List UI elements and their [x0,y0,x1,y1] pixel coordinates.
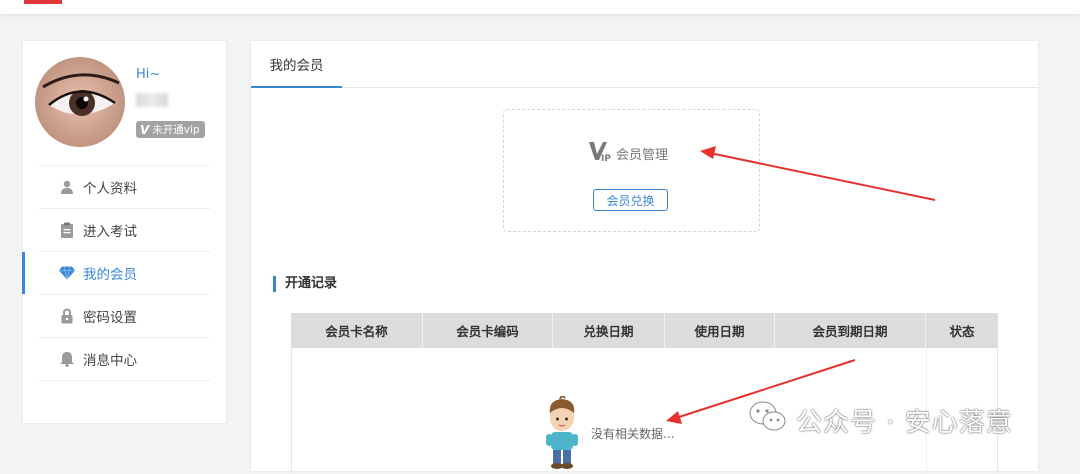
user-icon [59,179,75,195]
avatar[interactable] [35,57,125,147]
sidebar-item-membership[interactable]: 我的会员 [22,251,210,294]
column-header[interactable]: 会员卡编码 [423,313,553,348]
column-header[interactable]: 会员到期日期 [775,313,926,348]
sidebar-item-label: 密码设置 [83,310,137,326]
vip-management-label: 会员管理 [616,147,669,163]
empty-data-message: 没有相关数据... [591,427,675,441]
sidebar-item-label: 个人资料 [83,181,137,197]
records-table: 会员卡名称 会员卡编码 兑换日期 使用日期 会员到期日期 状态 没有相关数据..… [291,313,998,473]
sidebar-item-exam[interactable]: 进入考试 [39,208,210,251]
vip-status-badge: V 未开通vip [136,121,205,138]
column-header[interactable]: 兑换日期 [553,313,665,348]
tab-bar: 我的会员 [251,41,1038,88]
tab-active-underline [251,86,342,88]
activation-records-title: 开通记录 [273,276,337,292]
column-header[interactable]: 会员卡名称 [291,313,423,348]
vip-badge-text: 未开通vip [152,124,200,136]
sidebar-item-label: 我的会员 [83,267,137,283]
watermark-text: 公众号 · 安心落意 [796,407,1013,438]
wechat-icon [748,400,788,441]
column-header[interactable]: 使用日期 [665,313,775,348]
site-logo[interactable] [24,0,62,4]
redeem-membership-button[interactable]: 会员兑换 [593,189,668,211]
top-navbar [0,0,1080,15]
greeting-text: Hi~ [136,67,161,82]
vip-badge-letter: V [140,122,150,137]
sidebar-item-label: 消息中心 [83,353,137,369]
tab-label: 我的会员 [269,58,324,74]
table-header: 会员卡名称 会员卡编码 兑换日期 使用日期 会员到期日期 状态 [291,313,998,348]
svg-text:IP: IP [601,154,611,162]
lock-icon [59,308,75,324]
tab-my-membership[interactable]: 我的会员 [251,41,342,88]
diamond-icon [59,265,75,281]
active-indicator [22,252,25,294]
user-sidebar: Hi~ V 未开通vip 个人资料 进入考试 我的会员 密码设置 消息中心 [22,40,227,424]
bell-icon [59,351,75,367]
empty-state-illustration [540,395,584,474]
sidebar-item-messages[interactable]: 消息中心 [39,337,210,381]
username-blurred [136,93,168,107]
vip-management-card: IP 会员管理 会员兑换 [503,109,760,232]
clipboard-icon [59,222,75,238]
sidebar-item-label: 进入考试 [83,224,137,240]
column-header[interactable]: 状态 [926,313,998,348]
wechat-watermark: 公众号 · 安心落意 [748,398,1013,442]
sidebar-item-password[interactable]: 密码设置 [39,294,210,337]
sidebar-menu: 个人资料 进入考试 我的会员 密码设置 消息中心 [22,165,226,381]
vip-logo-icon: IP [588,140,612,166]
sidebar-item-profile[interactable]: 个人资料 [39,165,210,208]
vip-management-title: IP 会员管理 [588,140,668,166]
